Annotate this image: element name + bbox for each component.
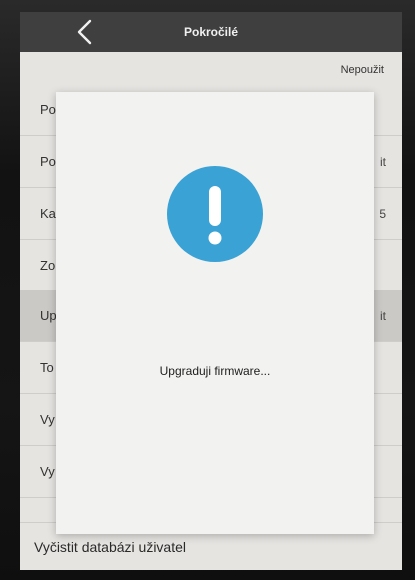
list-item-label: To [40,360,54,375]
list-item-value: it [380,155,386,169]
dialog-message: Upgraduji firmware... [159,364,271,378]
top-row-value: Nepoužit [340,64,384,76]
list-item-label: Vy [40,412,55,427]
list-item-label: Po [40,102,56,117]
list-item-label: Ka [40,206,56,221]
list-item-label: Up [40,308,57,323]
list-item-label: Vy [40,464,55,479]
list-item-label: Zo [40,258,56,273]
back-button[interactable] [68,16,100,48]
firmware-upgrade-dialog: Upgraduji firmware... [56,92,374,534]
list-item-label: Po [40,154,56,169]
chevron-left-icon [77,19,92,45]
exclamation-icon [167,166,263,262]
screen: Pokročilé Nepoužit Po Po it Ka 5 Zo Up i… [20,12,402,570]
app-header: Pokročilé [20,12,402,52]
list-item-value: 5 [379,207,386,221]
list-item-value: it [380,309,386,323]
phone-bezel: Pokročilé Nepoužit Po Po it Ka 5 Zo Up i… [0,0,415,580]
